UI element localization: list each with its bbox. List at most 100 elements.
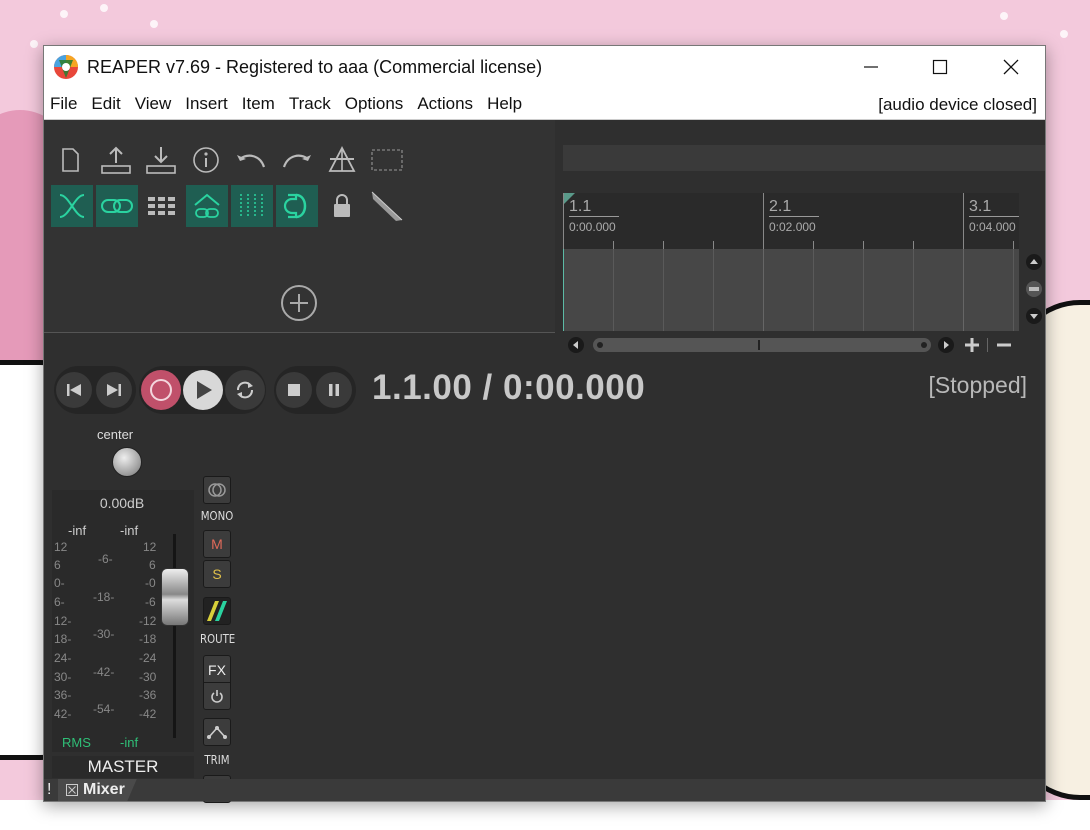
redo-button[interactable] (276, 139, 318, 181)
volume-fader-track[interactable] (173, 534, 176, 738)
pan-knob[interactable] (112, 447, 142, 477)
routing-icon (207, 601, 227, 621)
selection-box-icon (371, 149, 403, 171)
toggle-grid-view-button[interactable] (366, 139, 408, 181)
snap-grid-button[interactable] (141, 185, 183, 227)
docker-tab-bar: ! Mixer (44, 779, 1045, 801)
pause-button[interactable] (316, 372, 352, 408)
item-grouping-button[interactable] (96, 185, 138, 227)
menu-actions[interactable]: Actions (410, 94, 480, 114)
transport-stop-group (274, 366, 356, 414)
repeat-button[interactable] (225, 370, 265, 410)
edit-cursor (563, 249, 564, 331)
zoom-in-icon[interactable] (963, 336, 981, 354)
vertical-scroll-controls (1021, 249, 1045, 331)
meter-scale-label: 18- (54, 632, 72, 646)
close-button[interactable] (988, 46, 1034, 88)
docker-menu-indicator[interactable]: ! (47, 781, 51, 799)
grid-line (713, 249, 714, 331)
transport-time-display[interactable]: 1.1.00 / 0:00.000 (372, 368, 645, 408)
scroll-right-icon[interactable] (937, 336, 955, 354)
menu-edit[interactable]: Edit (84, 94, 127, 114)
mixer-tab[interactable]: Mixer (58, 779, 137, 801)
ripple-edit-button[interactable] (231, 185, 273, 227)
add-toolbar-button[interactable] (280, 284, 318, 322)
menu-track[interactable]: Track (282, 94, 338, 114)
ruler-icon (371, 191, 403, 221)
wallpaper-dot (1060, 30, 1068, 38)
trim-envelope-button[interactable] (203, 718, 231, 746)
play-button[interactable] (183, 370, 223, 410)
undo-icon (237, 154, 266, 168)
maximize-button[interactable] (917, 46, 963, 88)
mute-button[interactable]: M (203, 530, 231, 558)
ruler-time-label: 0:00.000 (569, 220, 616, 234)
envelope-link-button[interactable] (186, 185, 228, 227)
route-button[interactable] (203, 597, 231, 625)
ruler-tick (763, 193, 764, 249)
arrange-view[interactable] (563, 249, 1019, 331)
timeline-ruler[interactable]: 1.1 0:00.000 2.1 0:02.000 3.1 0:04.000 (563, 193, 1019, 249)
minimize-icon (864, 66, 878, 68)
menu-view[interactable]: View (128, 94, 179, 114)
ruler-tick (813, 241, 814, 249)
meter-scale-label: 42- (54, 707, 72, 721)
record-icon (150, 379, 172, 401)
audio-device-status[interactable]: [audio device closed] (878, 95, 1037, 115)
menu-options[interactable]: Options (338, 94, 411, 114)
grid-line (863, 249, 864, 331)
ruler-underline (569, 216, 619, 217)
fx-bypass-button[interactable] (203, 682, 231, 710)
lock-button[interactable] (321, 185, 363, 227)
menu-insert[interactable]: Insert (178, 94, 235, 114)
go-to-end-button[interactable] (96, 372, 132, 408)
metronome-button[interactable] (321, 139, 363, 181)
meter-scale-label: -30- (93, 627, 115, 641)
grid-line (763, 249, 764, 331)
peak-right-readout[interactable]: -inf (120, 523, 138, 538)
fx-button[interactable]: FX (203, 655, 231, 683)
vertical-zoom-icon[interactable] (1025, 280, 1043, 298)
minimize-button[interactable] (848, 46, 894, 88)
master-track-name[interactable]: MASTER (52, 756, 194, 778)
ruler-edit-button[interactable] (366, 185, 408, 227)
horizontal-scrollbar[interactable] (593, 338, 931, 352)
crossfade-icon (59, 194, 85, 218)
pan-label: center (97, 427, 134, 442)
scroll-up-icon[interactable] (1025, 253, 1043, 271)
main-toolbar (44, 120, 555, 333)
meter-scale-label: 6 (54, 558, 61, 572)
master-track-strip: center 0.00dB -inf -inf 12 6 0- 6- 12- 1… (52, 420, 194, 779)
scroll-left-icon[interactable] (567, 336, 585, 354)
meter-scale-label: -36 (139, 688, 157, 702)
ruler-bar-label: 1.1 (569, 198, 592, 215)
wallpaper-dot (30, 40, 38, 48)
snap-toggle-button[interactable] (276, 185, 318, 227)
maximize-icon (932, 59, 948, 75)
menu-item[interactable]: Item (235, 94, 282, 114)
volume-readout[interactable]: 0.00dB (52, 495, 192, 511)
title-bar[interactable]: REAPER v7.69 - Registered to aaa (Commer… (44, 46, 1045, 88)
menu-file[interactable]: File (44, 94, 84, 114)
timeline-header-strip (563, 145, 1045, 171)
go-to-start-button[interactable] (56, 372, 92, 408)
volume-fader-handle[interactable] (161, 568, 189, 626)
scroll-down-icon[interactable] (1025, 307, 1043, 325)
ruler-bar-label: 2.1 (769, 198, 792, 215)
close-tab-icon[interactable] (66, 784, 78, 796)
menu-help[interactable]: Help (480, 94, 529, 114)
save-project-button[interactable] (140, 139, 182, 181)
rms-label: RMS (62, 735, 91, 750)
undo-button[interactable] (230, 139, 272, 181)
peak-left-readout[interactable]: -inf (68, 523, 86, 538)
record-button[interactable] (141, 370, 181, 410)
stop-button[interactable] (276, 372, 312, 408)
solo-button[interactable]: S (203, 560, 231, 588)
auto-crossfade-button[interactable] (51, 185, 93, 227)
project-settings-button[interactable] (185, 139, 227, 181)
open-project-button[interactable] (95, 139, 137, 181)
stop-icon (288, 384, 300, 396)
mono-stereo-button[interactable] (203, 476, 231, 504)
zoom-out-icon[interactable] (995, 336, 1013, 354)
new-project-button[interactable] (49, 139, 91, 181)
